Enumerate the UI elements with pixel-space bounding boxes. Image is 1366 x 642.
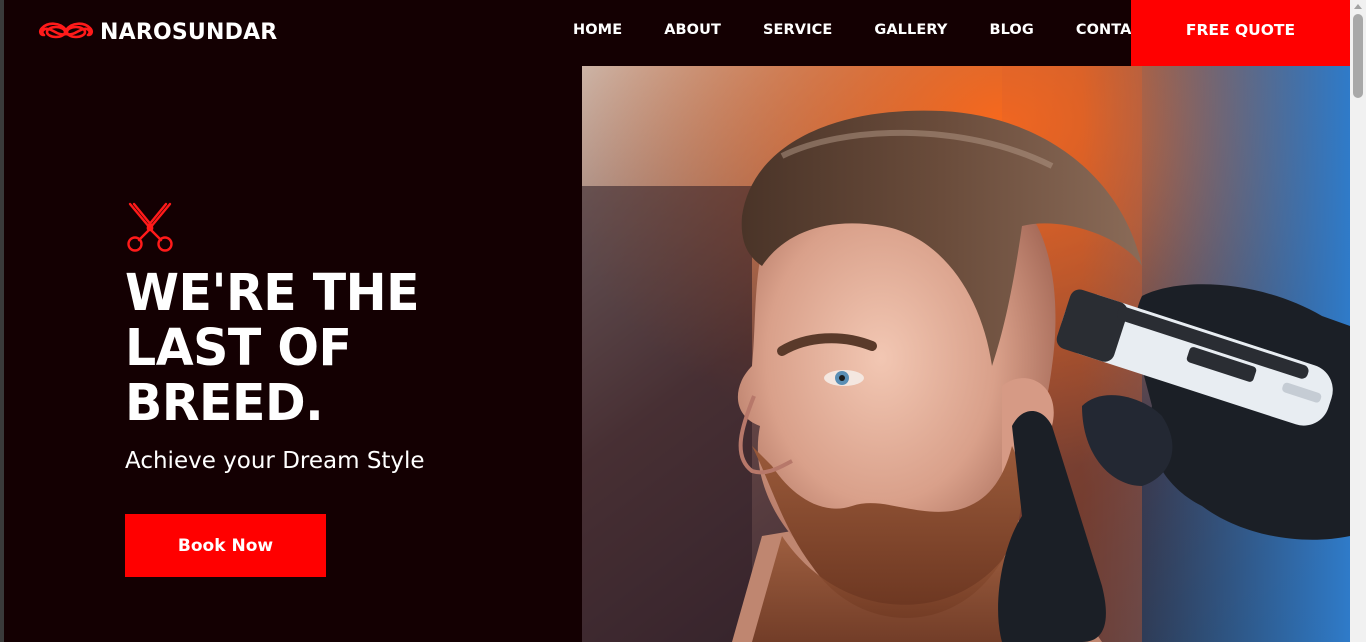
nav-blog[interactable]: BLOG <box>968 22 1054 38</box>
nav-gallery[interactable]: GALLERY <box>853 22 968 38</box>
hero-title-line: WE'RE THE <box>125 264 420 323</box>
brand-logo[interactable]: NAROSUNDAR <box>38 16 277 48</box>
free-quote-button[interactable]: FREE QUOTE <box>1131 0 1350 66</box>
book-now-button[interactable]: Book Now <box>125 514 326 577</box>
page-scrollbar[interactable] <box>1350 0 1366 642</box>
nav-home[interactable]: HOME <box>552 22 643 38</box>
main-nav: HOME ABOUT SERVICE GALLERY BLOG CONTACT <box>552 0 1173 60</box>
nav-service[interactable]: SERVICE <box>742 22 853 38</box>
scroll-up-arrow-icon[interactable] <box>1354 4 1362 9</box>
brand-name: NAROSUNDAR <box>100 19 278 45</box>
scissors-icon <box>127 202 173 252</box>
site-header: NAROSUNDAR HOME ABOUT SERVICE GALLERY BL… <box>4 0 1350 66</box>
mustache-icon <box>38 22 94 39</box>
barber-haircut-photo <box>582 66 1350 642</box>
hero-title-line: LAST OF <box>125 319 352 378</box>
hero-subtitle: Achieve your Dream Style <box>125 448 425 474</box>
nav-about[interactable]: ABOUT <box>643 22 742 38</box>
page-viewport: NAROSUNDAR HOME ABOUT SERVICE GALLERY BL… <box>4 0 1350 642</box>
hero-title-line: BREED. <box>125 374 324 433</box>
scrollbar-thumb[interactable] <box>1353 14 1363 98</box>
hero-title: WE'RE THE LAST OF BREED. <box>125 266 528 431</box>
